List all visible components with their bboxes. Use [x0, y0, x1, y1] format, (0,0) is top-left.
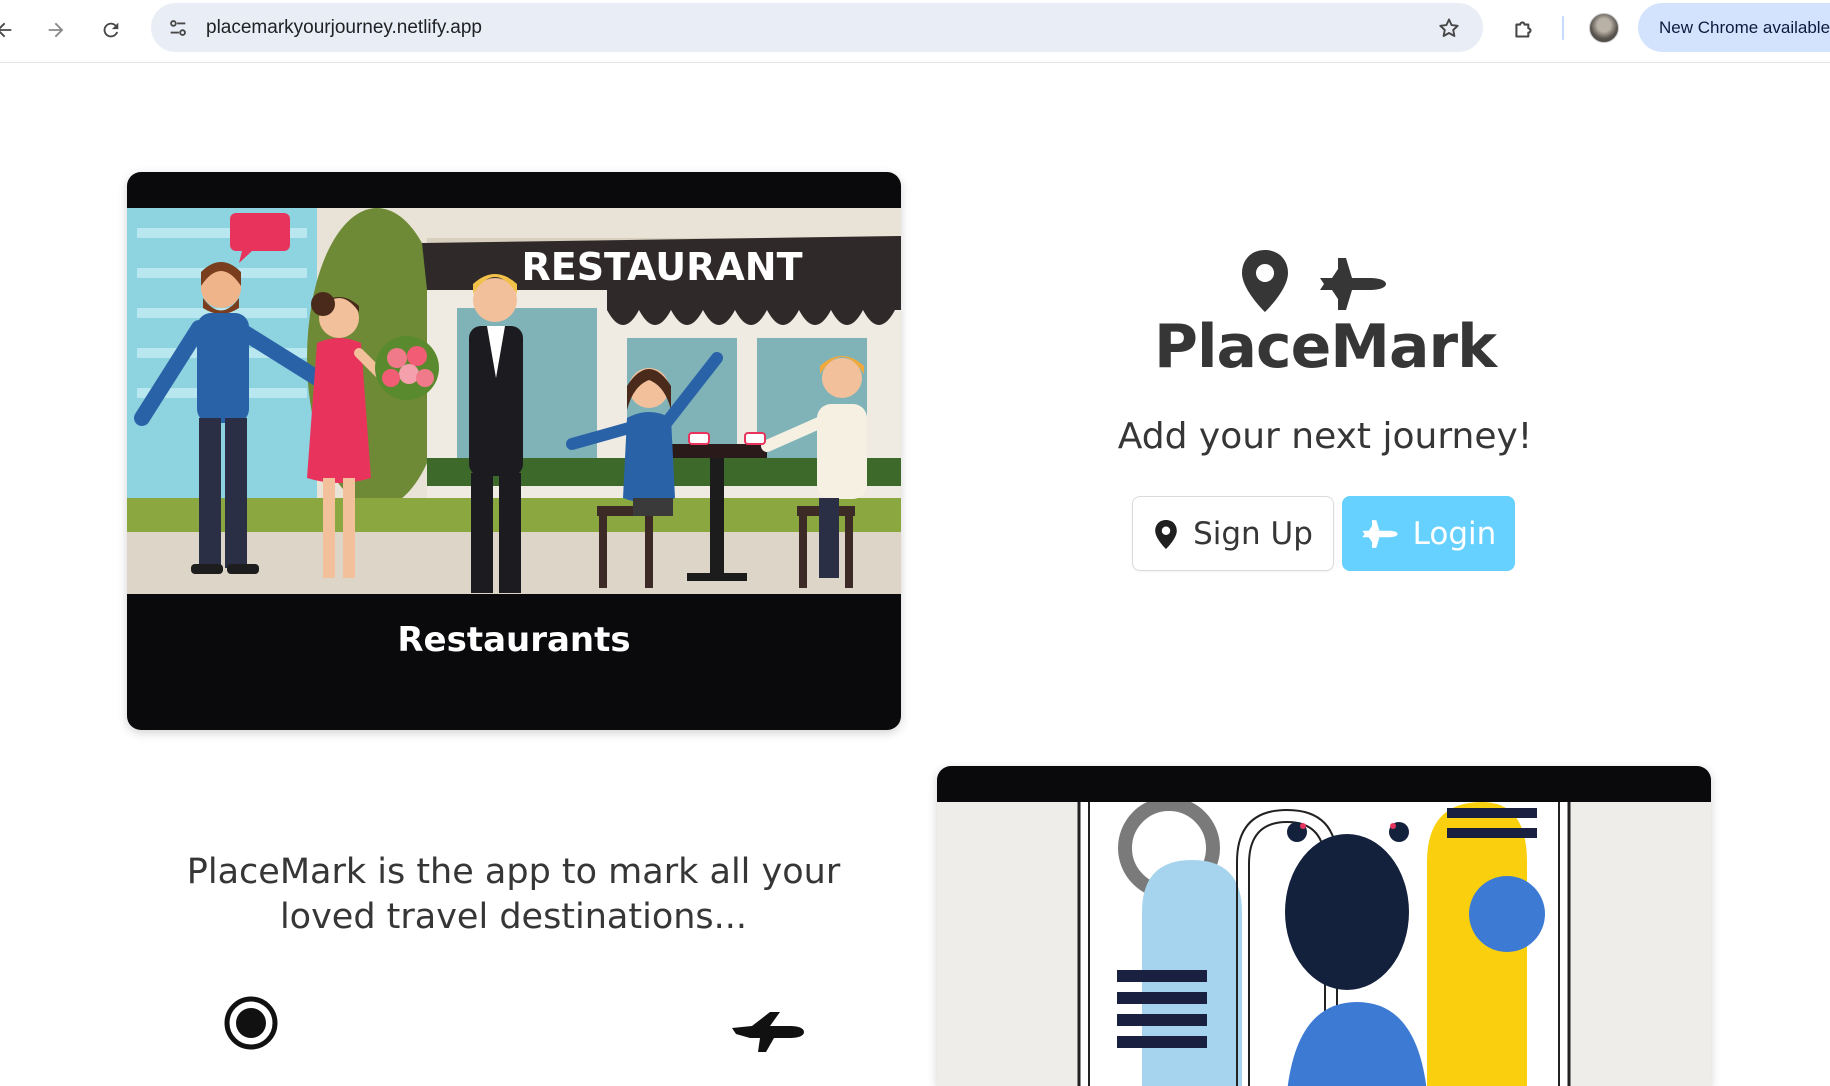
signup-label: Sign Up [1193, 515, 1313, 552]
site-info-button[interactable] [164, 14, 192, 42]
target-icon [224, 996, 278, 1050]
login-label: Login [1412, 515, 1497, 552]
tagline: Add your next journey! [1117, 416, 1533, 457]
address-bar[interactable]: placemarkyourjourney.netlify.app [151, 3, 1483, 52]
map-marker-icon [1153, 519, 1179, 549]
reload-button[interactable] [93, 12, 129, 48]
reload-icon [103, 22, 119, 38]
plane-icon [732, 1012, 804, 1052]
puzzle-icon [1515, 21, 1532, 38]
page-title: PlaceMark [1154, 312, 1497, 382]
toolbar-divider [1562, 16, 1564, 40]
back-button[interactable] [0, 12, 22, 48]
signup-button[interactable]: Sign Up [1132, 496, 1334, 571]
abstract-art-illustration [937, 802, 1711, 1086]
tune-icon [170, 20, 186, 36]
arrow-right-icon [48, 22, 64, 38]
category-card-art[interactable] [937, 766, 1711, 1086]
card-caption: Restaurants [397, 620, 631, 660]
bookmark-button[interactable] [1435, 14, 1463, 42]
arrow-left-icon [0, 22, 12, 38]
profile-avatar[interactable] [1589, 13, 1619, 43]
star-icon [1439, 18, 1459, 37]
brand-icons [1242, 250, 1386, 312]
map-marker-icon [1242, 250, 1288, 312]
chrome-update-button[interactable]: New Chrome available [1638, 3, 1830, 52]
plane-icon [1320, 258, 1386, 310]
about-text: PlaceMark is the app to mark all your lo… [186, 852, 841, 937]
chrome-update-label: New Chrome available [1659, 18, 1830, 37]
plane-icon [1361, 518, 1399, 550]
url-text[interactable]: placemarkyourjourney.netlify.app [206, 17, 482, 39]
category-card-restaurants[interactable]: RESTAURANT Restaurants [127, 172, 901, 730]
login-button[interactable]: Login [1342, 496, 1515, 571]
extensions-button[interactable] [1506, 12, 1542, 48]
restaurant-illustration: RESTAURANT [127, 208, 901, 594]
forward-button[interactable] [38, 12, 74, 48]
restaurant-sign-text: RESTAURANT [521, 245, 802, 289]
browser-toolbar: placemarkyourjourney.netlify.app New Chr… [0, 0, 1830, 63]
